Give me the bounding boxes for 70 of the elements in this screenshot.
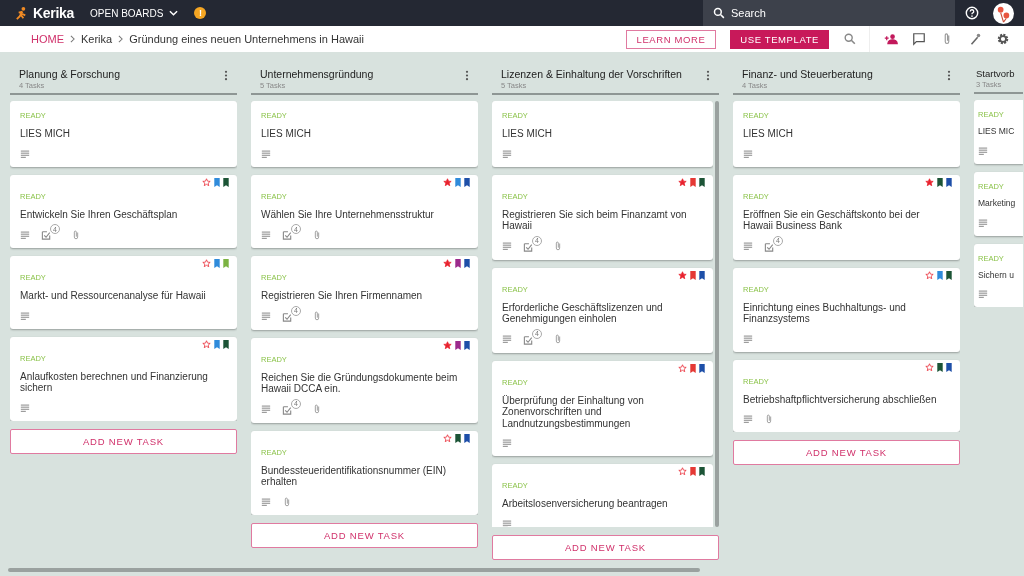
more-icon[interactable]	[947, 70, 951, 81]
task-title: Anlaufkosten berechnen und Finanzierung sichern	[20, 370, 209, 394]
chevron-right-icon	[70, 35, 75, 43]
star-icon[interactable]	[443, 340, 452, 350]
task-title: LIES MICH	[20, 128, 71, 140]
add-task-button[interactable]: ADD NEW TASK	[10, 428, 237, 454]
star-icon[interactable]	[443, 259, 452, 268]
star-icon[interactable]	[443, 177, 452, 187]
chevron-icon	[169, 10, 179, 16]
star-icon[interactable]	[678, 363, 687, 373]
scrollbar[interactable]	[715, 101, 719, 527]
task-title: Betriebshaftpflichtversicherung abschließen	[743, 393, 938, 405]
task-title: Einrichtung eines Buchhaltungs- und Finanzsystems	[743, 301, 907, 325]
column-title: Unternehmensgründung	[260, 68, 375, 80]
add-task-button[interactable]: ADD NEW TASK	[492, 535, 719, 560]
task-title: Registrieren Sie Ihren Firmennamen	[261, 290, 424, 302]
task-title: Reichen Sie die Gründungsdokumente beim Hawaii DCCA ein.	[261, 371, 459, 395]
star-icon[interactable]	[202, 177, 211, 187]
add-person-icon[interactable]	[884, 32, 898, 46]
task-title: Sichern u	[978, 270, 1015, 281]
open-boards-menu[interactable]: OPEN BOARDS	[90, 7, 179, 19]
learn-more-button[interactable]: LEARN MORE	[625, 29, 717, 49]
star-icon[interactable]	[925, 177, 934, 187]
task-title: Eröffnen Sie ein Geschäftskonto bei der Hawaii Business Bank	[743, 208, 921, 232]
task-title: Wählen Sie Ihre Unternehmensstruktur	[261, 208, 435, 220]
task-title: Bundessteueridentifikationsnummer (EIN) erhalten	[261, 464, 448, 488]
column-title: Startvorb	[976, 68, 1016, 79]
task-title: LIES MICH	[261, 128, 312, 140]
task-title: Registrieren Sie sich beim Finanzamt von Hawaii	[502, 208, 688, 232]
star-icon[interactable]	[678, 177, 687, 187]
task-title: Arbeitslosenversicherung beantragen	[502, 498, 669, 510]
runner-icon	[14, 5, 29, 21]
use-template-button[interactable]: USE TEMPLATE	[730, 29, 829, 49]
star-icon[interactable]	[925, 270, 934, 280]
chevron-right-icon	[118, 35, 124, 43]
settings-icon[interactable]	[996, 32, 1010, 46]
search-field[interactable]: Search	[703, 0, 955, 26]
star-icon[interactable]	[678, 270, 687, 280]
add-task-button[interactable]: ADD NEW TASK	[733, 440, 960, 465]
task-title: LIES MICH	[743, 128, 794, 140]
task-title: LIES MIC	[978, 127, 1016, 137]
more-icon[interactable]	[706, 70, 710, 81]
task-title: Marketing	[978, 198, 1017, 209]
star-icon[interactable]	[202, 339, 211, 349]
search-icon[interactable]	[843, 32, 857, 46]
more-icon[interactable]	[224, 70, 228, 81]
add-task-button[interactable]: ADD NEW TASK	[251, 522, 478, 548]
star-icon[interactable]	[443, 433, 452, 443]
brand-name[interactable]: Kerika	[33, 5, 74, 21]
scrollbar[interactable]	[8, 568, 700, 572]
task-title: Entwickeln Sie Ihren Geschäftsplan	[20, 208, 179, 220]
column-title: Planung & Forschung	[19, 68, 121, 80]
task-title: Markt- und Ressourcenanalyse für Hawaii	[20, 290, 207, 302]
task-title: LIES MICH	[502, 128, 553, 140]
breadcrumb-link[interactable]: HOME	[31, 33, 64, 45]
breadcrumb-link[interactable]: Kerika	[81, 33, 113, 45]
column-title: Lizenzen & Einhaltung der Vorschriften	[501, 68, 683, 80]
comment-icon[interactable]	[912, 32, 926, 46]
wand-icon[interactable]	[968, 32, 982, 46]
search-icon	[713, 7, 725, 19]
board-title[interactable]: Gründung eines neuen Unternehmens in Hawaii	[129, 33, 364, 45]
star-icon[interactable]	[678, 467, 687, 476]
task-title: Überprüfung der Einhaltung von Zonenvorschriften und Landnutzungsbestimmungen	[502, 394, 645, 429]
column-title: Finanz- und Steuerberatung	[742, 68, 874, 80]
star-icon[interactable]	[925, 362, 934, 372]
star-icon[interactable]	[202, 259, 211, 268]
avatar-icon[interactable]	[993, 2, 1014, 24]
more-icon[interactable]	[465, 70, 469, 81]
task-title: Erforderliche Geschäftslizenzen und Genehmigungen einholen	[502, 301, 664, 325]
help-icon[interactable]	[965, 6, 979, 20]
